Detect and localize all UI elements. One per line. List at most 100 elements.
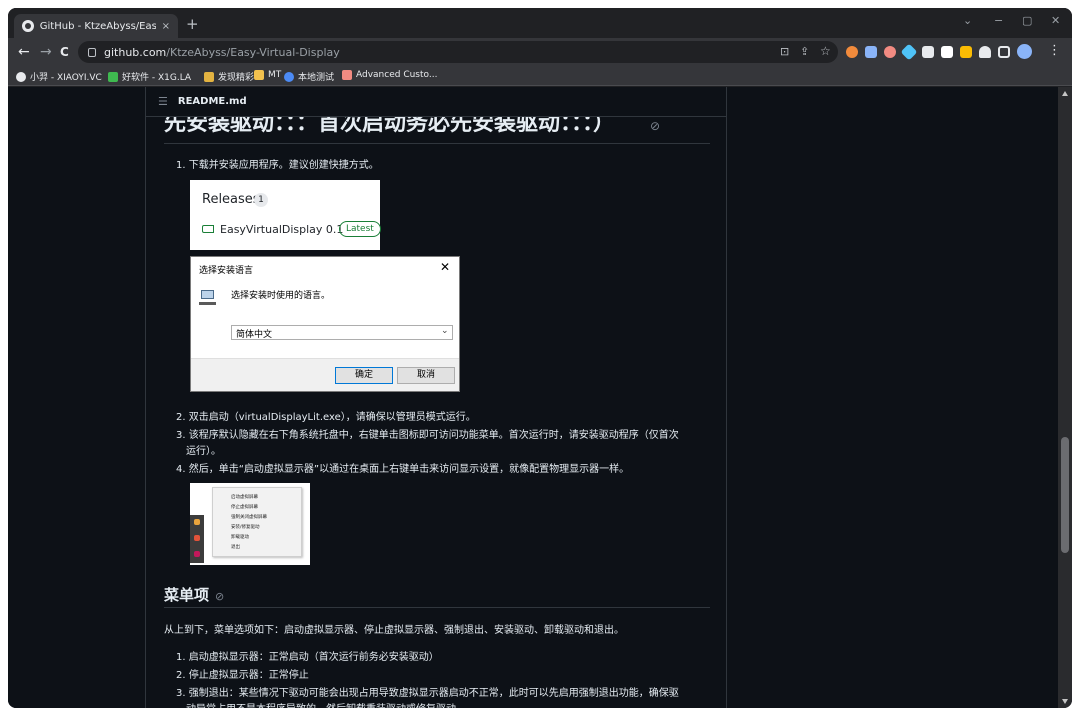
readme-header: ☰ README.md: [146, 87, 726, 117]
heading-text: 菜单项: [164, 586, 210, 604]
bookmark-item[interactable]: MT: [254, 70, 281, 80]
ctx-item-exit: 退出: [231, 545, 240, 550]
cancel-button: 取消: [397, 367, 455, 384]
browser-toolbar: ← → C github.com /KtzeAbyss/Easy-Virtual…: [8, 38, 1072, 66]
bookmark-favicon-icon: [254, 70, 264, 80]
bookmark-item[interactable]: 本地测试: [284, 70, 334, 83]
extension-sparkle-icon[interactable]: [960, 46, 972, 58]
bookmark-star-icon[interactable]: ☆: [820, 44, 831, 58]
tray-icon: [194, 519, 200, 525]
anchor-link-icon[interactable]: ⊘: [650, 119, 660, 133]
back-icon[interactable]: ←: [18, 44, 30, 60]
bookmark-label: 好软件 - X1G.LA: [122, 73, 192, 83]
readme-filename: README.md: [177, 96, 247, 107]
release-name: EasyVirtualDisplay 0.1: [220, 223, 344, 236]
menu-intro-text: 从上到下，菜单选项如下：启动虚拟显示器、停止虚拟显示器、强制退出、安装驱动、卸载…: [164, 625, 624, 636]
chrome-menu-icon[interactable]: ⋮: [1048, 43, 1061, 58]
taskbar-strip: [190, 515, 204, 563]
lock-icon: [88, 47, 96, 57]
step-4-text: 4. 然后，单击“启动虚拟显示器”以通过在桌面上右键单击来访问显示设置，就像配置…: [176, 464, 630, 475]
releases-count-badge: 1: [254, 193, 268, 207]
extension-heart-icon[interactable]: [884, 46, 896, 58]
page-scrollbar[interactable]: [1058, 87, 1072, 708]
bookmark-label: 小羿 - XIAOYI.VC: [30, 73, 102, 83]
side-panel-icon[interactable]: [998, 46, 1010, 58]
bookmark-item[interactable]: 发现精彩: [204, 70, 254, 83]
dialog-close-icon: ✕: [440, 260, 451, 274]
extension-layers-icon[interactable]: [900, 43, 918, 61]
bookmark-label: Advanced Custo...: [356, 70, 438, 80]
scroll-down-arrow-icon[interactable]: [1062, 699, 1068, 704]
close-window-button[interactable]: ✕: [1051, 14, 1060, 27]
bookmark-favicon-icon: [204, 71, 214, 82]
ctx-item-uninstall: 卸载驱动: [231, 535, 249, 540]
bookmark-favicon-icon: [16, 71, 26, 82]
bookmark-label: 本地测试: [298, 73, 335, 83]
heading-divider: [164, 607, 710, 608]
section-heading-menu: 菜单项 ⊘: [164, 584, 224, 605]
forward-icon[interactable]: →: [40, 44, 52, 60]
tray-icon: [194, 551, 200, 557]
ctx-item-stop: 停止虚拟屏幕: [231, 505, 258, 510]
bookmark-item[interactable]: 小羿 - XIAOYI.VC: [16, 70, 102, 83]
tab-strip: GitHub - KtzeAbyss/Easy-Virtu × + ⌄ − ▢ …: [8, 8, 1072, 38]
language-select: 简体中文 ⌄: [231, 325, 453, 340]
bookmark-label: MT: [268, 70, 282, 80]
new-tab-button[interactable]: +: [186, 15, 199, 33]
maximize-button[interactable]: ▢: [1022, 14, 1032, 27]
chevron-down-icon: ⌄: [441, 326, 449, 336]
bookmark-item[interactable]: Advanced Custo...: [342, 70, 437, 80]
github-icon: [22, 20, 34, 32]
tag-icon: [202, 225, 214, 233]
bookmark-favicon-icon: [108, 71, 118, 82]
tab-search-icon[interactable]: ⌄: [963, 14, 972, 27]
heading-text: 先安装驱动：：：首次启动务必先安装驱动：：：）: [164, 117, 616, 136]
scroll-thumb[interactable]: [1061, 437, 1069, 553]
share-icon[interactable]: ⇪: [800, 45, 809, 58]
url-path: /KtzeAbyss/Easy-Virtual-Display: [166, 45, 340, 59]
profile-avatar[interactable]: [1017, 44, 1032, 59]
extensions-puzzle-icon[interactable]: [979, 46, 991, 58]
extension-screenshot-icon[interactable]: [865, 46, 877, 58]
bookmarks-bar: 小羿 - XIAOYI.VC 好软件 - X1G.LA 发现精彩 MT 本地测试…: [8, 66, 1072, 86]
anchor-link-icon[interactable]: ⊘: [215, 590, 224, 603]
outline-list-icon[interactable]: ☰: [158, 95, 168, 108]
dialog-title: 选择安装语言: [199, 266, 254, 276]
dialog-footer: 确定 取消: [191, 358, 459, 391]
dialog-message: 选择安装时使用的语言。: [231, 291, 331, 301]
computer-base-icon: [199, 302, 216, 305]
reload-icon[interactable]: C: [60, 45, 69, 59]
url-host: github.com: [104, 45, 167, 59]
extension-shield-icon[interactable]: [846, 46, 858, 58]
scroll-up-arrow-icon[interactable]: [1062, 91, 1068, 96]
menu-item-3-text-cont: 动异常占用不是本程序导致的，然后卸载重装驱动或修复驱动: [186, 700, 456, 708]
bookmark-item[interactable]: 好软件 - X1G.LA: [108, 70, 191, 83]
tab-close-icon[interactable]: ×: [162, 21, 170, 32]
context-menu-screenshot: 启动虚拟屏幕 停止虚拟屏幕 强制关闭虚拟屏幕 安装/修复驱动 卸载驱动 退出: [190, 483, 310, 565]
step-1-text: 1. 下载并安装应用程序。建议创建快捷方式。: [176, 160, 379, 171]
step-3-text-cont: 运行）。: [186, 446, 221, 457]
extension-qr-icon[interactable]: [941, 46, 953, 58]
tab-github[interactable]: GitHub - KtzeAbyss/Easy-Virtu ×: [14, 14, 178, 38]
step-3-text: 3. 该程序默认隐藏在右下角系统托盘中，右键单击图标即可访问功能菜单。首次运行时…: [176, 430, 679, 441]
address-bar[interactable]: github.com /KtzeAbyss/Easy-Virtual-Displ…: [78, 41, 838, 63]
install-app-icon[interactable]: ⊡: [780, 45, 789, 58]
ctx-item-install: 安装/修复驱动: [231, 525, 260, 530]
extension-box-icon[interactable]: [922, 46, 934, 58]
tab-title: GitHub - KtzeAbyss/Easy-Virtu: [39, 20, 156, 32]
tray-context-menu: 启动虚拟屏幕 停止虚拟屏幕 强制关闭虚拟屏幕 安装/修复驱动 卸载驱动 退出: [212, 487, 302, 557]
ctx-item-start: 启动虚拟屏幕: [231, 495, 258, 500]
language-dialog-screenshot: 选择安装语言 ✕ 选择安装时使用的语言。 简体中文 ⌄ 确定 取消: [190, 256, 460, 392]
bookmark-favicon-icon: [284, 71, 294, 82]
readme-panel: ☰ README.md 先安装驱动：：：首次启动务必先安装驱动：：：） ⊘ 1.…: [145, 87, 727, 708]
releases-title: Releases: [202, 192, 260, 207]
computer-icon: [201, 290, 214, 299]
bookmark-label: 发现精彩: [218, 73, 255, 83]
language-value: 简体中文: [236, 330, 273, 340]
menu-item-3-text: 3. 强制退出：某些情况下驱动可能会出现占用导致虚拟显示器启动不正常，此时可以先…: [176, 688, 679, 699]
step-2-text: 2. 双击启动（virtualDisplayLit.exe），请确保以管理员模式…: [176, 412, 476, 423]
minimize-button[interactable]: −: [994, 14, 1003, 27]
page-viewport: ☰ README.md 先安装驱动：：：首次启动务必先安装驱动：：：） ⊘ 1.…: [8, 87, 1058, 708]
section-heading-install: 先安装驱动：：：首次启动务必先安装驱动：：：） ⊘: [164, 117, 710, 139]
latest-badge: Latest: [339, 221, 381, 237]
